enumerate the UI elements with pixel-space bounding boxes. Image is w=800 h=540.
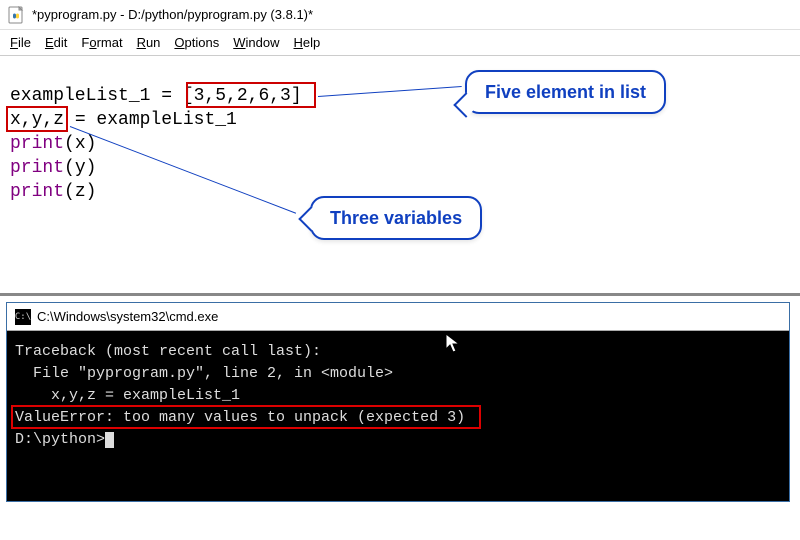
callout-five-elements: Five element in list [465, 70, 666, 114]
menu-format[interactable]: Format [81, 35, 122, 50]
code-line-2: x,y,z = exampleList_1 [10, 108, 790, 132]
callout-three-variables: Three variables [310, 196, 482, 240]
cmd-line-3: x,y,z = exampleList_1 [15, 385, 781, 407]
callout-three-label: Three variables [330, 208, 462, 228]
menu-help[interactable]: Help [294, 35, 321, 50]
cmd-icon: C:\ [15, 309, 31, 325]
menubar: File Edit Format Run Options Window Help [0, 30, 800, 56]
menu-edit[interactable]: Edit [45, 35, 67, 50]
menu-options[interactable]: Options [174, 35, 219, 50]
menu-file[interactable]: File [10, 35, 31, 50]
menu-window[interactable]: Window [233, 35, 279, 50]
callout-five-label: Five element in list [485, 82, 646, 102]
code-line-1: exampleList_1 = [3,5,2,6,3] [10, 84, 790, 108]
code-line-4: print(y) [10, 156, 790, 180]
cmd-titlebar: C:\ C:\Windows\system32\cmd.exe [7, 303, 789, 331]
window-title: *pyprogram.py - D:/python/pyprogram.py (… [32, 7, 313, 22]
code-line-3: print(x) [10, 132, 790, 156]
cmd-title: C:\Windows\system32\cmd.exe [37, 309, 218, 324]
code-editor[interactable]: exampleList_1 = [3,5,2,6,3] x,y,z = exam… [0, 56, 800, 296]
cmd-body[interactable]: Traceback (most recent call last): File … [7, 331, 789, 501]
cmd-window: C:\ C:\Windows\system32\cmd.exe Tracebac… [6, 302, 790, 502]
menu-run[interactable]: Run [137, 35, 161, 50]
cmd-cursor [105, 432, 114, 448]
cmd-line-1: Traceback (most recent call last): [15, 341, 781, 363]
cmd-prompt-line: D:\python> [15, 429, 781, 451]
idle-titlebar: *pyprogram.py - D:/python/pyprogram.py (… [0, 0, 800, 30]
python-file-icon [8, 6, 26, 24]
cmd-line-4: ValueError: too many values to unpack (e… [15, 407, 781, 429]
cmd-line-2: File "pyprogram.py", line 2, in <module> [15, 363, 781, 385]
cmd-prompt: D:\python> [15, 431, 105, 448]
